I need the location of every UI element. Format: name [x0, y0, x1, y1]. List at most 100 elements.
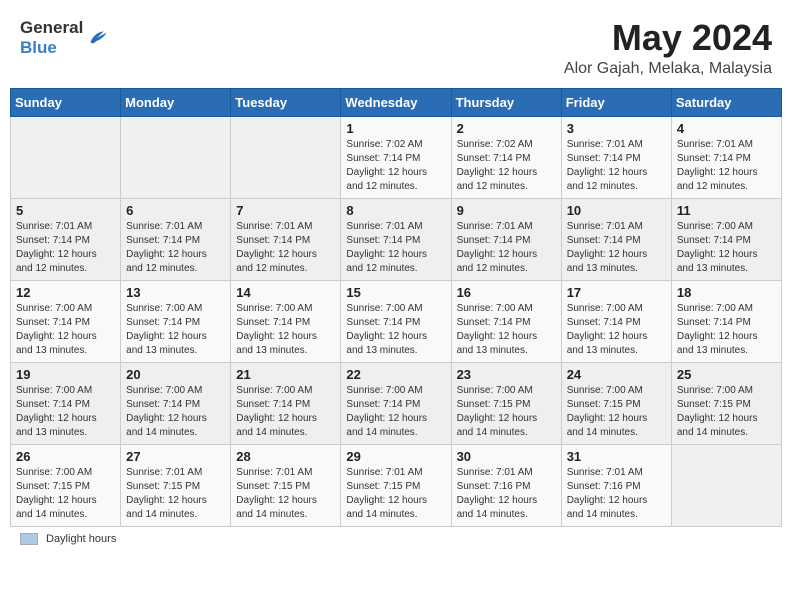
- day-number: 7: [236, 203, 335, 218]
- day-number: 29: [346, 449, 445, 464]
- calendar-day-cell: 7Sunrise: 7:01 AM Sunset: 7:14 PM Daylig…: [231, 198, 341, 280]
- day-info: Sunrise: 7:01 AM Sunset: 7:14 PM Dayligh…: [346, 220, 445, 276]
- calendar-day-cell: 3 Sunrise: 7:01 AM Sunset: 7:14 PM Daylig…: [561, 116, 671, 198]
- logo-general-text: General: [20, 18, 83, 38]
- day-info: Sunrise: 7:00 AM Sunset: 7:14 PM Dayligh…: [16, 302, 115, 358]
- logo-bird-icon: [86, 27, 108, 49]
- calendar-day-cell: [11, 116, 121, 198]
- calendar-day-cell: 20Sunrise: 7:00 AM Sunset: 7:14 PM Dayli…: [121, 362, 231, 444]
- calendar-day-cell: 18 Sunrise: 7:00 AM Sunset: 7:14 PM Dayli…: [671, 280, 781, 362]
- day-number: 20: [126, 367, 225, 382]
- day-number: 19: [16, 367, 115, 382]
- day-info: Sunrise: 7:00 AM Sunset: 7:14 PM Dayligh…: [457, 302, 556, 358]
- calendar-day-header: Saturday: [671, 88, 781, 116]
- day-number: 21: [236, 367, 335, 382]
- day-number: 5: [16, 203, 115, 218]
- day-number: 28: [236, 449, 335, 464]
- day-number: 8: [346, 203, 445, 218]
- calendar-day-cell: 22 Sunrise: 7:00 AM Sunset: 7:14 PM Dayli…: [341, 362, 451, 444]
- calendar-day-cell: 21 Sunrise: 7:00 AM Sunset: 7:14 PM Dayli…: [231, 362, 341, 444]
- day-info: Sunrise: 7:00 AM Sunset: 7:14 PM Dayligh…: [236, 384, 335, 440]
- legend-color-box: [20, 533, 38, 545]
- day-number: 30: [457, 449, 556, 464]
- day-number: 3: [567, 121, 666, 136]
- day-info: Sunrise: 7:00 AM Sunset: 7:14 PM Dayligh…: [346, 302, 445, 358]
- day-number: 23: [457, 367, 556, 382]
- logo: General Blue: [20, 18, 108, 59]
- day-info: Sunrise: 7:00 AM Sunset: 7:14 PM Dayligh…: [567, 302, 666, 358]
- day-info: Sunrise: 7:01 AM Sunset: 7:16 PM Dayligh…: [567, 466, 666, 522]
- day-number: 11: [677, 203, 776, 218]
- calendar-day-cell: 30 Sunrise: 7:01 AM Sunset: 7:16 PM Dayli…: [451, 444, 561, 526]
- calendar-day-cell: 8 Sunrise: 7:01 AM Sunset: 7:14 PM Daylig…: [341, 198, 451, 280]
- day-number: 14: [236, 285, 335, 300]
- day-number: 18: [677, 285, 776, 300]
- day-info: Sunrise: 7:00 AM Sunset: 7:15 PM Dayligh…: [16, 466, 115, 522]
- calendar-day-cell: 19 Sunrise: 7:00 AM Sunset: 7:14 PM Dayli…: [11, 362, 121, 444]
- day-number: 16: [457, 285, 556, 300]
- day-info: Sunrise: 7:02 AM Sunset: 7:14 PM Dayligh…: [457, 138, 556, 194]
- calendar-week-row: 5 Sunrise: 7:01 AM Sunset: 7:14 PM Daylig…: [11, 198, 782, 280]
- calendar-day-header: Thursday: [451, 88, 561, 116]
- calendar-day-header: Tuesday: [231, 88, 341, 116]
- day-info: Sunrise: 7:00 AM Sunset: 7:15 PM Dayligh…: [567, 384, 666, 440]
- calendar-day-cell: 12Sunrise: 7:00 AM Sunset: 7:14 PM Dayli…: [11, 280, 121, 362]
- calendar-day-cell: 9 Sunrise: 7:01 AM Sunset: 7:14 PM Daylig…: [451, 198, 561, 280]
- day-number: 27: [126, 449, 225, 464]
- calendar-day-cell: 2 Sunrise: 7:02 AM Sunset: 7:14 PM Daylig…: [451, 116, 561, 198]
- calendar-day-cell: [121, 116, 231, 198]
- main-title: May 2024: [564, 18, 772, 58]
- calendar-table: SundayMondayTuesdayWednesdayThursdayFrid…: [10, 88, 782, 527]
- calendar-day-cell: 15 Sunrise: 7:00 AM Sunset: 7:14 PM Dayli…: [341, 280, 451, 362]
- calendar-week-row: 26 Sunrise: 7:00 AM Sunset: 7:15 PM Dayli…: [11, 444, 782, 526]
- day-info: Sunrise: 7:01 AM Sunset: 7:14 PM Dayligh…: [126, 220, 225, 276]
- day-info: Sunrise: 7:01 AM Sunset: 7:14 PM Dayligh…: [567, 138, 666, 194]
- calendar-day-cell: 13Sunrise: 7:00 AM Sunset: 7:14 PM Dayli…: [121, 280, 231, 362]
- day-info: Sunrise: 7:00 AM Sunset: 7:14 PM Dayligh…: [16, 384, 115, 440]
- day-info: Sunrise: 7:01 AM Sunset: 7:14 PM Dayligh…: [567, 220, 666, 276]
- day-info: Sunrise: 7:00 AM Sunset: 7:15 PM Dayligh…: [677, 384, 776, 440]
- calendar-header-row: SundayMondayTuesdayWednesdayThursdayFrid…: [11, 88, 782, 116]
- day-number: 22: [346, 367, 445, 382]
- day-info: Sunrise: 7:01 AM Sunset: 7:16 PM Dayligh…: [457, 466, 556, 522]
- calendar-day-header: Friday: [561, 88, 671, 116]
- day-info: Sunrise: 7:00 AM Sunset: 7:14 PM Dayligh…: [677, 302, 776, 358]
- day-info: Sunrise: 7:01 AM Sunset: 7:14 PM Dayligh…: [677, 138, 776, 194]
- calendar-day-header: Monday: [121, 88, 231, 116]
- calendar-day-cell: 1 Sunrise: 7:02 AM Sunset: 7:14 PM Daylig…: [341, 116, 451, 198]
- calendar-day-cell: 5Sunrise: 7:01 AM Sunset: 7:14 PM Daylig…: [11, 198, 121, 280]
- calendar-day-cell: 28 Sunrise: 7:01 AM Sunset: 7:15 PM Dayli…: [231, 444, 341, 526]
- day-info: Sunrise: 7:01 AM Sunset: 7:15 PM Dayligh…: [346, 466, 445, 522]
- day-number: 15: [346, 285, 445, 300]
- logo-blue-text: Blue: [20, 38, 83, 58]
- day-number: 31: [567, 449, 666, 464]
- calendar-day-cell: 27 Sunrise: 7:01 AM Sunset: 7:15 PM Dayli…: [121, 444, 231, 526]
- calendar-day-cell: [231, 116, 341, 198]
- calendar-day-cell: 24 Sunrise: 7:00 AM Sunset: 7:15 PM Dayli…: [561, 362, 671, 444]
- day-info: Sunrise: 7:01 AM Sunset: 7:15 PM Dayligh…: [236, 466, 335, 522]
- day-number: 1: [346, 121, 445, 136]
- day-info: Sunrise: 7:01 AM Sunset: 7:15 PM Dayligh…: [126, 466, 225, 522]
- day-info: Sunrise: 7:00 AM Sunset: 7:14 PM Dayligh…: [236, 302, 335, 358]
- calendar-day-header: Sunday: [11, 88, 121, 116]
- day-number: 17: [567, 285, 666, 300]
- calendar-day-cell: 25Sunrise: 7:00 AM Sunset: 7:15 PM Dayli…: [671, 362, 781, 444]
- day-number: 6: [126, 203, 225, 218]
- day-number: 26: [16, 449, 115, 464]
- day-info: Sunrise: 7:01 AM Sunset: 7:14 PM Dayligh…: [457, 220, 556, 276]
- legend: Daylight hours: [10, 533, 782, 545]
- calendar-day-cell: 17 Sunrise: 7:00 AM Sunset: 7:14 PM Dayli…: [561, 280, 671, 362]
- calendar-day-cell: 10Sunrise: 7:01 AM Sunset: 7:14 PM Dayli…: [561, 198, 671, 280]
- day-info: Sunrise: 7:00 AM Sunset: 7:15 PM Dayligh…: [457, 384, 556, 440]
- day-info: Sunrise: 7:02 AM Sunset: 7:14 PM Dayligh…: [346, 138, 445, 194]
- calendar-day-cell: 11Sunrise: 7:00 AM Sunset: 7:14 PM Dayli…: [671, 198, 781, 280]
- calendar-day-cell: 26 Sunrise: 7:00 AM Sunset: 7:15 PM Dayli…: [11, 444, 121, 526]
- calendar-day-cell: 23 Sunrise: 7:00 AM Sunset: 7:15 PM Dayli…: [451, 362, 561, 444]
- day-info: Sunrise: 7:00 AM Sunset: 7:14 PM Dayligh…: [346, 384, 445, 440]
- day-number: 9: [457, 203, 556, 218]
- day-number: 24: [567, 367, 666, 382]
- day-number: 2: [457, 121, 556, 136]
- calendar-day-cell: 31 Sunrise: 7:01 AM Sunset: 7:16 PM Dayli…: [561, 444, 671, 526]
- calendar-day-cell: 6 Sunrise: 7:01 AM Sunset: 7:14 PM Daylig…: [121, 198, 231, 280]
- calendar-week-row: 19 Sunrise: 7:00 AM Sunset: 7:14 PM Dayli…: [11, 362, 782, 444]
